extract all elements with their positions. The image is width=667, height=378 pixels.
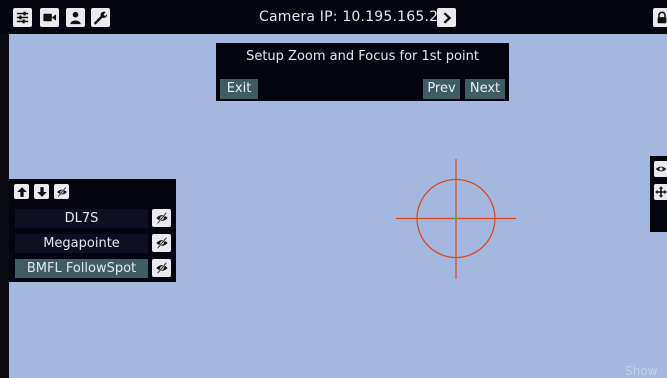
crosshair-center-dot (454, 216, 458, 221)
focus-crosshair[interactable] (0, 0, 667, 378)
show-label[interactable]: Show (625, 364, 657, 378)
camera-view: Camera IP: 10.195.165.22 Setup Zoom and … (0, 0, 667, 378)
